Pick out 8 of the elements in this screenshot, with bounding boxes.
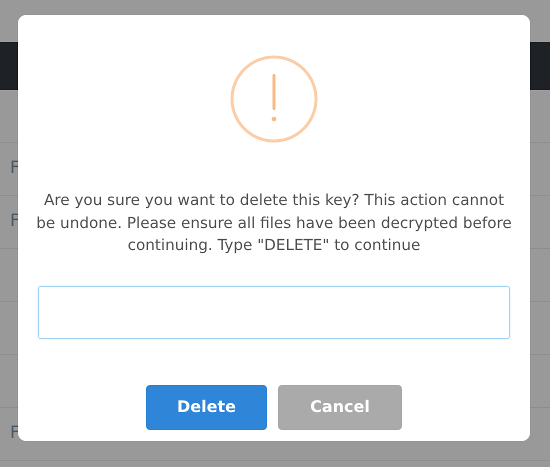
delete-button[interactable]: Delete bbox=[146, 384, 267, 430]
cancel-button[interactable]: Cancel bbox=[278, 384, 402, 430]
warning-icon bbox=[230, 55, 318, 143]
confirm-message: Are you sure you want to delete this key? This action cannot be undone. Please ensure all files have been decrypted before continuing. Type "DELETE" to continue bbox=[35, 190, 513, 256]
table-cell-text: F bbox=[10, 210, 20, 234]
table-cell-text: F bbox=[10, 422, 20, 446]
table-cell-text: F bbox=[10, 157, 20, 180]
input-field[interactable] bbox=[38, 286, 510, 338]
